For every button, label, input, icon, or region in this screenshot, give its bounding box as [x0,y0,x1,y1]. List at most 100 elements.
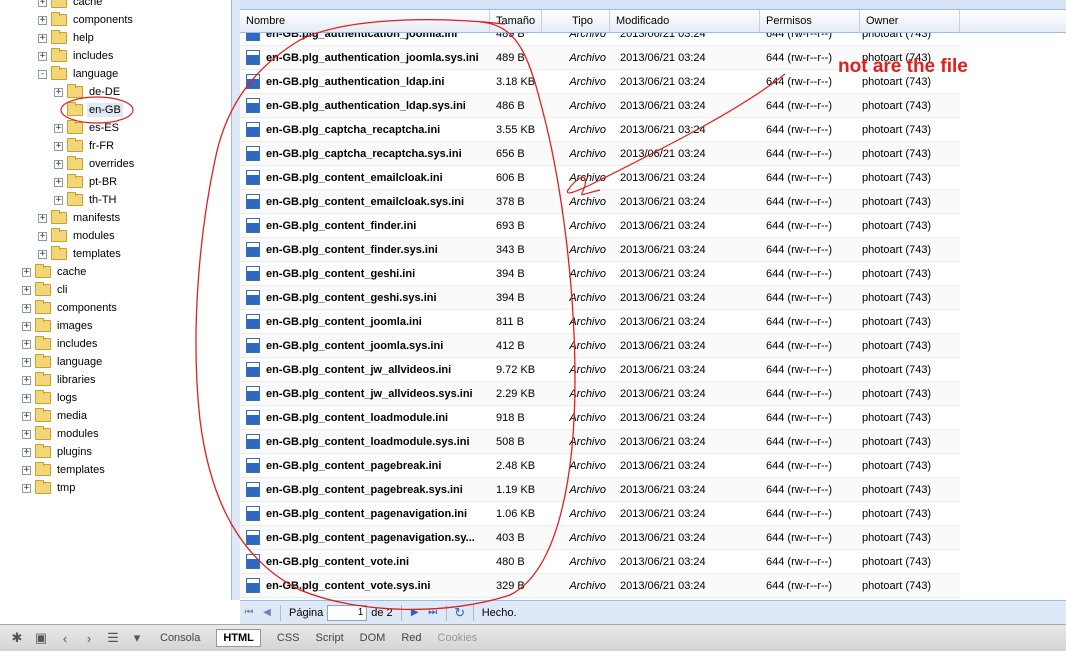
table-row[interactable]: en-GB.plg_content_emailcloak.sys.ini 378 … [240,190,960,214]
table-row[interactable]: en-GB.plg_content_jw_allvideos.ini 9.72 K… [240,358,960,382]
devtools-tab[interactable]: Consola [160,632,200,644]
devtools-tab[interactable]: Cookies [438,632,478,644]
column-header-size[interactable]: Tamaño [490,10,542,33]
expand-icon[interactable]: + [22,303,31,313]
tree-node-label[interactable]: plugins [55,445,94,459]
expand-icon[interactable]: + [22,411,31,421]
table-row[interactable]: en-GB.plg_content_geshi.sys.ini 394 B Arch… [240,286,960,310]
tree-node-label[interactable]: overrides [87,157,136,171]
expand-icon[interactable]: + [54,123,63,133]
devtools-tab[interactable]: Red [401,632,421,644]
tree-node-label[interactable]: images [55,319,94,333]
forward-arrow-icon[interactable]: › [80,629,98,647]
tree-node-label[interactable]: th-TH [87,193,119,207]
tree-node[interactable]: + th-TH [54,191,119,209]
expand-icon[interactable]: + [38,15,47,25]
page-number-input[interactable] [327,604,368,621]
expand-icon[interactable]: + [54,87,63,97]
refresh-icon[interactable]: ↻ [453,605,467,620]
tree-node[interactable]: + cache [22,263,88,281]
expand-icon[interactable]: + [22,339,31,349]
table-row[interactable]: en-GB.plg_authentication_joomla.ini 489 B… [240,33,960,46]
expand-icon[interactable]: + [22,285,31,295]
tree-node[interactable]: + fr-FR [54,137,116,155]
expand-icon[interactable]: + [54,141,63,151]
table-row[interactable]: en-GB.plg_content_emailcloak.ini 606 B Arc… [240,166,960,190]
tree-node[interactable]: + modules [38,227,117,245]
table-row[interactable]: en-GB.plg_content_finder.sys.ini 343 B Arc… [240,238,960,262]
tree-node-label[interactable]: en-GB [87,103,123,117]
expand-icon[interactable]: + [38,231,47,241]
tree-node[interactable]: + components [38,11,135,29]
expand-icon[interactable]: + [54,177,63,187]
tree-node[interactable]: + templates [22,461,107,479]
expand-icon[interactable]: + [22,321,31,331]
expand-icon[interactable]: + [22,357,31,367]
tree-node-label[interactable]: components [55,301,119,315]
next-page-icon[interactable]: ▶ [408,606,422,620]
tree-node[interactable]: en-GB [54,101,123,119]
expand-icon[interactable]: + [22,375,31,385]
column-header-permissions[interactable]: Permisos [760,10,860,33]
dropdown-icon[interactable]: ▾ [128,629,146,647]
tree-node[interactable]: + language [22,353,104,371]
tree-node-label[interactable]: manifests [71,211,122,225]
tree-node-label[interactable]: de-DE [87,85,122,99]
tree-node-label[interactable]: language [55,355,104,369]
first-page-icon[interactable]: ⏮ [242,606,256,620]
firebug-icon[interactable]: ✱ [8,629,26,647]
expand-icon[interactable]: + [22,429,31,439]
table-row[interactable]: en-GB.plg_content_loadmodule.sys.ini 508 … [240,430,960,454]
table-row[interactable]: en-GB.plg_authentication_ldap.sys.ini 486… [240,94,960,118]
expand-icon[interactable]: + [38,51,47,61]
expand-icon[interactable]: + [38,213,47,223]
column-header-owner[interactable]: Owner [860,10,960,33]
tree-node-label[interactable]: cache [55,265,88,279]
tree-node-label[interactable]: cli [55,283,69,297]
devtools-tab[interactable]: HTML [216,629,261,647]
table-row[interactable]: en-GB.plg_content_loadmodule.ini 918 B Arc… [240,406,960,430]
devtools-tab[interactable]: CSS [277,632,300,644]
tree-node-label[interactable]: modules [55,427,101,441]
expand-icon[interactable]: + [38,249,47,259]
table-row[interactable]: en-GB.plg_content_joomla.sys.ini 412 B Arc… [240,334,960,358]
table-row[interactable]: en-GB.plg_content_vote.sys.ini 329 B Archi… [240,574,960,598]
back-arrow-icon[interactable]: ‹ [56,629,74,647]
menu-icon[interactable]: ☰ [104,629,122,647]
expand-icon[interactable]: + [22,267,31,277]
tree-node-label[interactable]: pt-BR [87,175,119,189]
devtools-tab[interactable]: DOM [360,632,386,644]
tree-node[interactable]: + es-ES [54,119,121,137]
tree-node-label[interactable]: includes [55,337,99,351]
tree-node[interactable]: - language [38,65,120,83]
table-row[interactable]: en-GB.plg_content_joomla.ini 811 B Archivo… [240,310,960,334]
table-row[interactable]: en-GB.plg_content_pagenavigation.ini 1.06… [240,502,960,526]
tree-node[interactable]: + logs [22,389,79,407]
tree-node[interactable]: + libraries [22,371,98,389]
table-row[interactable]: en-GB.plg_content_pagebreak.sys.ini 1.19 … [240,478,960,502]
tree-node[interactable]: + tmp [22,479,77,497]
tree-node-label[interactable]: templates [55,463,107,477]
tree-node[interactable]: + components [22,299,119,317]
table-row[interactable]: en-GB.plg_content_geshi.ini 394 B Archivo 2… [240,262,960,286]
tree-node[interactable]: + help [38,29,96,47]
tree-node[interactable]: + images [22,317,94,335]
tree-node-label[interactable]: includes [71,49,115,63]
prev-page-icon[interactable]: ◀ [260,606,274,620]
table-row[interactable]: en-GB.plg_captcha_recaptcha.sys.ini 656 B… [240,142,960,166]
tree-node-label[interactable]: language [71,67,120,81]
tree-node[interactable]: + templates [38,245,123,263]
expand-icon[interactable]: + [38,33,47,43]
collapse-icon[interactable]: - [38,69,47,79]
table-row[interactable]: en-GB.plg_content_finder.ini 693 B Archivo… [240,214,960,238]
tree-node[interactable]: + plugins [22,443,94,461]
splitter[interactable] [232,0,240,600]
tree-node-label[interactable]: es-ES [87,121,121,135]
tree-node-label[interactable]: libraries [55,373,98,387]
tree-node[interactable]: + cli [22,281,69,299]
table-row[interactable]: en-GB.plg_content_vote.ini 480 B Archivo 20… [240,550,960,574]
tree-node-label[interactable]: templates [71,247,123,261]
expand-icon[interactable]: + [38,0,47,7]
tree-node-label[interactable]: components [71,13,135,27]
tree-node[interactable]: + media [22,407,89,425]
